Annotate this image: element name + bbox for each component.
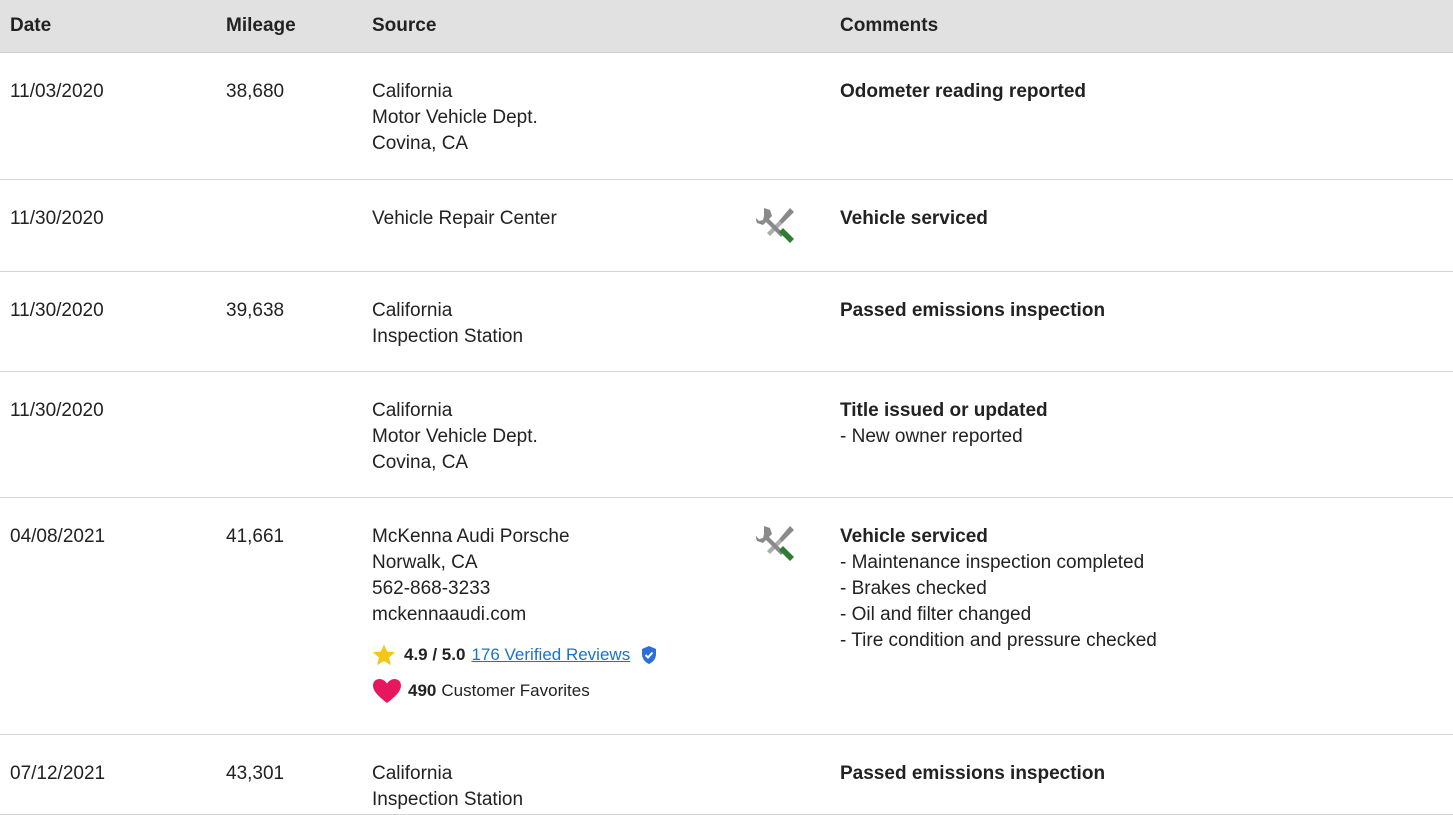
source-cell: California Inspection Station [372,272,756,371]
comment-detail: - Brakes checked [840,578,987,599]
star-icon [373,644,395,666]
source-line: California [372,81,453,102]
source-cell: McKenna Audi Porsche Norwalk, CA 562-868-3… [372,498,756,734]
date-cell: 11/03/2020 [0,53,226,179]
service-icon-cell [756,53,840,179]
comment-detail: - Tire condition and pressure checked [840,630,1157,651]
date-cell: 04/08/2021 [0,498,226,734]
source-line: Covina, CA [372,452,469,473]
mileage-cell: 38,680 [226,53,372,179]
verified-shield-icon [642,646,657,664]
comments-cell: Vehicle serviced [840,180,1453,271]
header-comments: Comments [840,15,939,36]
comment-title: Passed emissions inspection [840,763,1106,784]
customer-favorites: 490 Customer Favorites [372,678,756,704]
source-line: Motor Vehicle Dept. [372,107,538,128]
table-row: 04/08/2021 41,661 McKenna Audi Porsche Norw… [0,498,1453,735]
table-row: 11/30/2020 California Motor Vehicle Dept. C… [0,372,1453,498]
date-cell: 11/30/2020 [0,180,226,271]
table-row: 11/30/2020 Vehicle Repair Center Vehicle … [0,180,1453,272]
comment-title: Passed emissions inspection [840,300,1106,321]
comments-cell: Vehicle serviced - Maintenance inspection… [840,498,1453,734]
source-line: California [372,763,453,784]
comments-cell: Passed emissions inspection [840,272,1453,371]
source-cell: California Motor Vehicle Dept. Covina, CA [372,372,756,497]
comment-title: Vehicle serviced [840,208,988,229]
comment-title: Vehicle serviced [840,526,988,547]
date-text: 04/08/2021 [10,526,106,547]
date-text: 11/30/2020 [10,400,104,421]
header-mileage: Mileage [226,15,296,36]
comment-title: Title issued or updated [840,400,1048,421]
table-row: 07/12/2021 43,301 California Inspection Sta… [0,735,1453,815]
source-line: Inspection Station [372,326,524,347]
mileage-cell [226,180,372,271]
date-text: 11/03/2020 [10,81,104,102]
date-cell: 11/30/2020 [0,272,226,371]
comment-detail: - Oil and filter changed [840,604,1032,625]
date-text: 11/30/2020 [10,208,104,229]
service-icon-cell [756,735,840,814]
table-header: Date Mileage Source Comments [0,0,1453,53]
source-cell: California Motor Vehicle Dept. Covina, CA [372,53,756,179]
date-cell: 11/30/2020 [0,372,226,497]
mileage-text: 43,301 [226,763,285,784]
dealer-rating: 4.9 / 5.0 176 Verified Reviews [372,642,756,668]
comments-cell: Odometer reading reported [840,53,1453,179]
table-row: 11/30/2020 39,638 California Inspection Sta… [0,272,1453,372]
vehicle-history-table: Date Mileage Source Comments 11/03/2020 3… [0,0,1453,815]
date-cell: 07/12/2021 [0,735,226,814]
mileage-cell: 39,638 [226,272,372,371]
source-line: Vehicle Repair Center [372,208,557,229]
wrench-screwdriver-icon [756,208,794,243]
heart-icon [373,679,401,703]
table-row: 11/03/2020 38,680 California Motor Vehicle … [0,53,1453,180]
source-line: McKenna Audi Porsche [372,526,570,547]
mileage-text: 38,680 [226,81,285,102]
service-icon-cell [756,272,840,371]
source-cell: California Inspection Station [372,735,756,814]
header-date: Date [10,15,52,36]
comments-cell: Passed emissions inspection [840,735,1453,814]
service-icon-cell [756,372,840,497]
comment-title: Odometer reading reported [840,81,1086,102]
source-line: Covina, CA [372,133,469,154]
source-line: Norwalk, CA [372,552,478,573]
favorites-count: 490 [408,681,437,700]
comment-detail: - New owner reported [840,426,1023,447]
source-line: California [372,300,453,321]
service-icon-cell [756,180,840,271]
source-line: Inspection Station [372,789,524,810]
wrench-screwdriver-icon [756,526,794,561]
source-line: mckennaaudi.com [372,604,527,625]
source-line: Motor Vehicle Dept. [372,426,538,447]
table-body: 11/03/2020 38,680 California Motor Vehicle … [0,53,1453,815]
header-source: Source [372,15,437,36]
mileage-cell: 41,661 [226,498,372,734]
verified-reviews-link[interactable]: 176 Verified Reviews [471,642,630,668]
favorites-label: Customer Favorites [441,681,590,700]
source-line: 562-868-3233 [372,578,491,599]
source-cell: Vehicle Repair Center [372,180,756,271]
comment-detail: - Maintenance inspection completed [840,552,1145,573]
mileage-cell [226,372,372,497]
mileage-text: 41,661 [226,526,285,547]
mileage-text: 39,638 [226,300,285,321]
mileage-cell: 43,301 [226,735,372,814]
source-line: California [372,400,453,421]
service-icon-cell [756,498,840,734]
date-text: 07/12/2021 [10,763,106,784]
rating-score: 4.9 / 5.0 [404,645,466,664]
comments-cell: Title issued or updated - New owner repor… [840,372,1453,497]
date-text: 11/30/2020 [10,300,104,321]
